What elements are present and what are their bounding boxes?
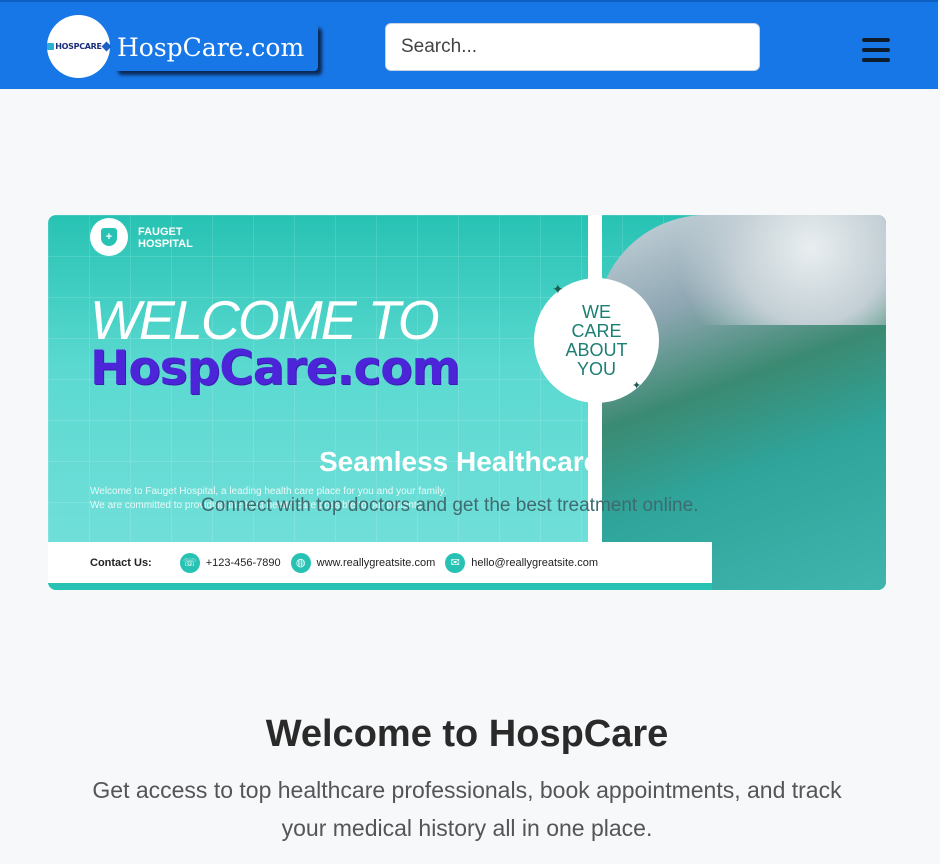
- care-line: YOU: [576, 358, 616, 379]
- hero-banner: + FAUGET HOSPITAL WELCOME TO HospCare.co…: [48, 215, 886, 590]
- logo-mark: HOSPCARE: [47, 41, 112, 52]
- care-line: ABOUT: [565, 339, 628, 360]
- site-logo[interactable]: HOSPCARE: [47, 15, 112, 78]
- navbar: HOSPCARE HospCare.com: [0, 0, 938, 89]
- contact-bar: Contact Us: ☏ +123-456-7890 ◍ www.really…: [48, 542, 712, 583]
- phone-text: +123-456-7890: [205, 556, 281, 569]
- contact-label: Contact Us:: [90, 556, 152, 569]
- care-line: WE: [581, 301, 611, 322]
- contact-website: ◍ www.reallygreatsite.com: [290, 552, 436, 573]
- hospital-logo: +: [90, 218, 128, 256]
- menu-bar: [862, 58, 890, 62]
- menu-bar: [862, 48, 890, 52]
- sparkle-icon: ✦: [632, 380, 642, 392]
- brand-button[interactable]: HospCare.com: [114, 24, 318, 71]
- contact-phone: ☏ +123-456-7890: [179, 552, 281, 573]
- care-line: CARE: [571, 320, 622, 341]
- globe-icon: ◍: [290, 552, 311, 573]
- connect-subheading: Connect with top doctors and get the bes…: [201, 495, 699, 516]
- hospital-name-line1: FAUGET: [138, 226, 183, 238]
- email-text: hello@reallygreatsite.com: [471, 556, 598, 569]
- banner-bottom-stripe: [48, 583, 712, 590]
- mail-icon: ✉: [445, 552, 466, 573]
- brand-name: HospCare.com: [117, 33, 305, 62]
- logo-text: HOSPCARE: [55, 42, 102, 51]
- hospital-name-line2: HOSPITAL: [138, 238, 193, 250]
- phone-icon: ☏: [179, 552, 200, 573]
- hamburger-menu-icon[interactable]: [862, 38, 890, 63]
- contact-email: ✉ hello@reallygreatsite.com: [445, 552, 598, 573]
- welcome-title: Welcome to HospCare: [265, 713, 669, 755]
- hospital-name: FAUGET HOSPITAL: [138, 226, 193, 250]
- menu-bar: [862, 38, 890, 42]
- seamless-heading: Seamless Healthcare: [319, 446, 600, 477]
- welcome-text: Get access to top healthcare professiona…: [92, 777, 842, 841]
- banner-site-name: HospCare.com: [90, 341, 460, 396]
- sparkle-icon: ✦: [552, 281, 564, 297]
- logo-diamond-icon: [101, 41, 112, 52]
- website-text: www.reallygreatsite.com: [316, 556, 436, 569]
- logo-shape-icon: [47, 43, 55, 50]
- surgeons-photo: [588, 215, 886, 590]
- search-input[interactable]: [385, 23, 760, 71]
- shield-icon: +: [101, 228, 117, 246]
